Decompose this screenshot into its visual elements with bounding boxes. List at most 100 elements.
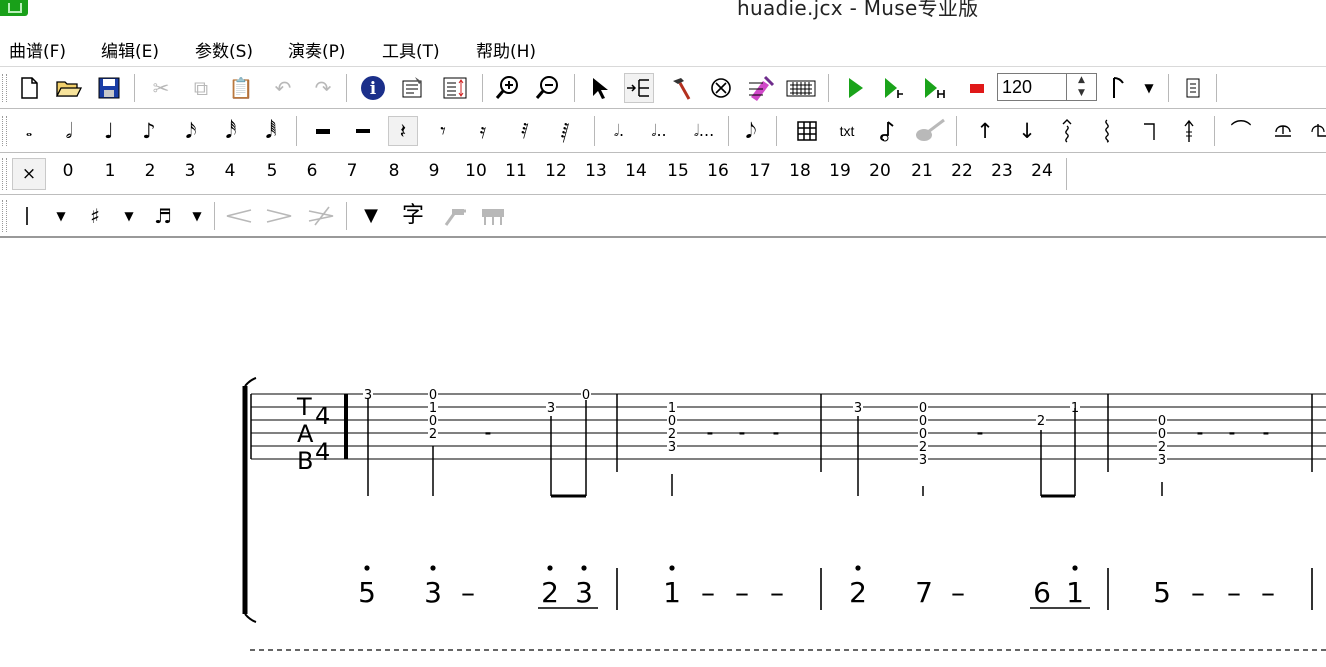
whole-note-icon[interactable]: 𝅝 xyxy=(14,116,44,146)
half-rest-icon[interactable] xyxy=(348,116,378,146)
fret-button-1[interactable]: 1 xyxy=(97,161,123,181)
accidental-dropdown-icon[interactable]: ▼ xyxy=(114,201,144,231)
sixteenth-rest-icon[interactable]: 𝄿 xyxy=(468,116,498,146)
fret-button-24[interactable]: 24 xyxy=(1029,161,1055,181)
jianpu-dash[interactable]: – xyxy=(770,576,784,609)
copy-icon[interactable]: ⧉ xyxy=(186,73,216,103)
jianpu-note[interactable]: 6 xyxy=(1033,576,1051,609)
jianpu-note[interactable]: 3 xyxy=(575,576,593,609)
open-folder-icon[interactable] xyxy=(54,73,84,103)
menu-tools[interactable]: 工具(T) xyxy=(382,37,440,62)
thirty-second-rest-icon[interactable]: 𝅀 xyxy=(510,116,540,146)
no-dynamics-icon[interactable] xyxy=(306,201,336,231)
bracket-icon[interactable] xyxy=(1134,116,1164,146)
tab-note[interactable]: 3 xyxy=(547,401,555,416)
stem-up-icon[interactable]: ↑ xyxy=(970,116,1000,146)
menu-score[interactable]: 曲谱(F) xyxy=(9,37,66,62)
jianpu-note[interactable]: 2 xyxy=(849,576,867,609)
sixty-fourth-rest-icon[interactable]: 𝅁 xyxy=(550,116,580,146)
arpeggio-up-icon[interactable] xyxy=(1052,116,1082,146)
fret-clear-button[interactable]: × xyxy=(12,158,46,190)
dropdown-arrow-icon[interactable]: ▼ xyxy=(1134,73,1164,103)
tab-note[interactable]: 3 xyxy=(1158,453,1166,468)
stop-icon[interactable] xyxy=(962,73,992,103)
thirty-second-note-icon[interactable]: 𝅘𝅥𝅰 xyxy=(216,116,246,146)
fret-button-4[interactable]: 4 xyxy=(217,161,243,181)
toolbar-grip[interactable] xyxy=(2,200,7,232)
fret-button-12[interactable]: 12 xyxy=(543,161,569,181)
fret-button-7[interactable]: 7 xyxy=(339,161,365,181)
chord-grid-icon[interactable] xyxy=(478,201,508,231)
play-icon[interactable] xyxy=(840,73,870,103)
fret-button-16[interactable]: 16 xyxy=(705,161,731,181)
tab-note[interactable]: 3 xyxy=(919,453,927,468)
menu-help[interactable]: 帮助(H) xyxy=(476,37,536,62)
sixteenth-note-icon[interactable]: 𝅘𝅥𝅯 xyxy=(176,116,206,146)
app-icon[interactable] xyxy=(0,0,28,16)
tab-note[interactable]: 3 xyxy=(854,401,862,416)
tab-note[interactable]: 2 xyxy=(429,427,437,442)
toolbar-grip[interactable] xyxy=(2,116,7,146)
sixty-fourth-note-icon[interactable]: 𝅘𝅥𝅱 xyxy=(256,116,286,146)
play-highlight-icon[interactable] xyxy=(920,73,950,103)
half-note-icon[interactable]: 𝅗𝅥 xyxy=(54,116,84,146)
insert-mode-icon[interactable] xyxy=(624,73,654,103)
score-canvas[interactable]: T A B 4 4 30102301023300023210023-------… xyxy=(0,238,1326,667)
cut-icon[interactable]: ✂ xyxy=(146,73,176,103)
fret-button-20[interactable]: 20 xyxy=(867,161,893,181)
tab-note[interactable]: 2 xyxy=(1037,414,1045,429)
fret-button-2[interactable]: 2 xyxy=(137,161,163,181)
paste-icon[interactable]: 📋 xyxy=(226,73,256,103)
bend-note-icon[interactable] xyxy=(872,116,902,146)
select-pointer-icon[interactable] xyxy=(584,73,614,103)
fret-button-19[interactable]: 19 xyxy=(827,161,853,181)
jianpu-note[interactable]: 3 xyxy=(424,576,442,609)
pen-color-icon[interactable] xyxy=(746,73,776,103)
jianpu-dash[interactable]: – xyxy=(1261,576,1275,609)
quarter-rest-icon[interactable]: 𝄽 xyxy=(388,116,418,146)
jianpu-note[interactable]: 5 xyxy=(358,576,376,609)
fret-button-5[interactable]: 5 xyxy=(259,161,285,181)
grid-icon[interactable] xyxy=(792,116,822,146)
layout-icon[interactable] xyxy=(440,73,470,103)
quarter-note-icon[interactable]: ♩ xyxy=(94,116,124,146)
arpeggio-icon[interactable] xyxy=(1092,116,1122,146)
sharp-icon[interactable]: ♯ xyxy=(80,201,110,231)
zoom-out-icon[interactable] xyxy=(532,73,562,103)
chord-diagram-icon[interactable] xyxy=(440,201,470,231)
jianpu-note[interactable]: 7 xyxy=(915,576,933,609)
lyric-text-button[interactable]: 字 xyxy=(398,201,428,231)
fret-button-22[interactable]: 22 xyxy=(949,161,975,181)
toolbar-grip[interactable] xyxy=(2,158,7,190)
fret-button-0[interactable]: 0 xyxy=(55,161,81,181)
crescendo-icon[interactable] xyxy=(224,201,254,231)
eighth-note-icon[interactable]: ♪ xyxy=(134,116,164,146)
barline-icon[interactable] xyxy=(12,201,42,231)
fret-button-9[interactable]: 9 xyxy=(421,161,447,181)
fret-button-13[interactable]: 13 xyxy=(583,161,609,181)
fret-button-23[interactable]: 23 xyxy=(989,161,1015,181)
properties-icon[interactable] xyxy=(398,73,428,103)
menu-edit[interactable]: 编辑(E) xyxy=(101,37,159,62)
beam-dropdown-icon[interactable]: ▼ xyxy=(182,201,212,231)
dotted-note-icon[interactable]: 𝅗𝅥. xyxy=(604,116,634,146)
fret-button-6[interactable]: 6 xyxy=(299,161,325,181)
decrescendo-icon[interactable] xyxy=(264,201,294,231)
play-from-cursor-icon[interactable] xyxy=(880,73,910,103)
toolbar-grip[interactable] xyxy=(2,74,7,102)
tab-note[interactable]: 3 xyxy=(668,440,676,455)
fret-button-11[interactable]: 11 xyxy=(503,161,529,181)
beam-notes-icon[interactable]: ♬ xyxy=(148,201,178,231)
jianpu-dash[interactable]: – xyxy=(1227,576,1241,609)
tie-icon[interactable]: ⌒ xyxy=(1226,116,1256,146)
fret-button-15[interactable]: 15 xyxy=(665,161,691,181)
stem-down-icon[interactable]: ↓ xyxy=(1012,116,1042,146)
jianpu-note[interactable]: 5 xyxy=(1153,576,1171,609)
jianpu-note[interactable]: 1 xyxy=(1066,576,1084,609)
hammer-icon[interactable] xyxy=(666,73,696,103)
jianpu-dash[interactable]: – xyxy=(951,576,965,609)
fret-button-10[interactable]: 10 xyxy=(463,161,489,181)
grace-note-icon[interactable]: 𝅘𝅥𝅮 xyxy=(736,116,766,146)
guitar-icon[interactable] xyxy=(912,116,948,146)
menu-params[interactable]: 参数(S) xyxy=(195,37,253,62)
